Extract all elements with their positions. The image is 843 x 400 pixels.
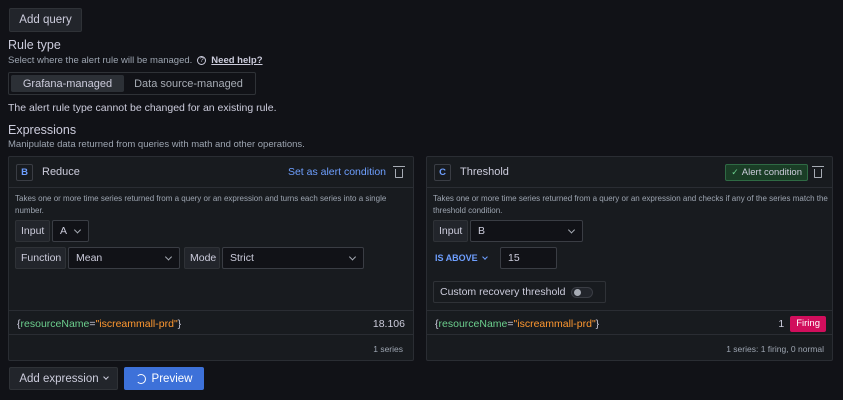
threshold-condition-value: IS ABOVE	[435, 253, 478, 263]
reduce-mode-select[interactable]: Strict	[222, 247, 364, 269]
threshold-series-summary: 1 series: 1 firing, 0 normal	[427, 334, 832, 362]
add-expression-button[interactable]: Add expression	[9, 367, 118, 390]
reduce-card-header: B Reduce Set as alert condition	[9, 157, 413, 188]
need-help-link[interactable]: Need help?	[211, 55, 262, 66]
threshold-card-title: Threshold	[460, 166, 509, 178]
reduce-mode-value: Strict	[230, 252, 254, 264]
reduce-input-value: A	[60, 225, 68, 237]
reduce-card-title: Reduce	[42, 166, 80, 178]
preview-button[interactable]: Preview	[124, 367, 204, 390]
trash-icon[interactable]	[393, 165, 405, 178]
rule-type-desc-row: Select where the alert rule will be mana…	[8, 55, 263, 66]
reduce-function-label: Function	[15, 247, 66, 269]
expression-card-threshold: C Threshold ✓ Alert condition Takes one …	[426, 156, 833, 361]
reduce-mode-label: Mode	[184, 247, 220, 269]
help-circle-icon: ?	[197, 56, 207, 65]
trash-icon[interactable]	[812, 165, 824, 178]
expression-card-reduce: B Reduce Set as alert condition Takes on…	[8, 156, 414, 361]
threshold-input-label: Input	[433, 220, 468, 242]
series-label: {resourceName="iscreammall-prd"}	[435, 317, 600, 330]
reduce-function-select[interactable]: Mean	[68, 247, 180, 269]
reduce-series-count: 1 series	[9, 334, 413, 362]
expressions-title: Expressions	[8, 123, 77, 137]
chevron-down-icon	[348, 253, 357, 261]
threshold-input-select[interactable]: B	[470, 220, 583, 242]
set-alert-condition-button[interactable]: Set as alert condition	[288, 166, 386, 178]
custom-recovery-threshold-toggle[interactable]: Custom recovery threshold	[433, 281, 606, 303]
threshold-result-value: 1	[778, 317, 785, 330]
chevron-down-icon	[481, 253, 488, 260]
rule-type-selector: Grafana-managed Data source-managed	[8, 72, 256, 95]
rule-type-desc: Select where the alert rule will be mana…	[8, 55, 193, 66]
sync-icon	[135, 373, 146, 384]
alert-condition-label: Alert condition	[741, 166, 802, 178]
reduce-input-select[interactable]: A	[52, 220, 89, 242]
reduce-result-row: {resourceName="iscreammall-prd"} 18.106	[9, 310, 413, 336]
threshold-value-input[interactable]: 15	[500, 247, 557, 269]
chevron-down-icon	[164, 253, 173, 261]
add-query-button[interactable]: Add query	[9, 8, 82, 32]
firing-badge: Firing	[790, 315, 826, 332]
custom-recovery-label: Custom recovery threshold	[440, 286, 566, 298]
rule-type-title: Rule type	[8, 38, 61, 52]
rule-type-option-datasource[interactable]: Data source-managed	[124, 75, 253, 92]
reduce-ref-id[interactable]: B	[16, 163, 33, 181]
threshold-description: Takes one or more time series returned f…	[433, 194, 828, 215]
chevron-down-icon	[102, 374, 109, 380]
threshold-input-value: B	[478, 225, 486, 237]
threshold-card-header: C Threshold ✓ Alert condition	[427, 157, 832, 188]
reduce-input-label: Input	[15, 220, 50, 242]
threshold-ref-id[interactable]: C	[434, 163, 451, 181]
series-label: {resourceName="iscreammall-prd"}	[17, 317, 182, 330]
add-expression-label: Add expression	[19, 372, 99, 385]
toggle-switch[interactable]	[571, 286, 594, 298]
threshold-result-row: {resourceName="iscreammall-prd"} 1 Firin…	[427, 310, 832, 336]
reduce-function-value: Mean	[76, 252, 103, 264]
preview-label: Preview	[151, 372, 193, 385]
expressions-desc: Manipulate data returned from queries wi…	[8, 139, 305, 150]
reduce-description: Takes one or more time series returned f…	[15, 194, 387, 215]
alert-condition-badge: ✓ Alert condition	[725, 163, 808, 181]
check-icon: ✓	[731, 166, 739, 177]
chevron-down-icon	[567, 226, 576, 234]
chevron-down-icon	[73, 226, 82, 234]
rule-type-option-grafana[interactable]: Grafana-managed	[11, 75, 124, 92]
threshold-value: 15	[508, 252, 520, 264]
rule-type-note: The alert rule type cannot be changed fo…	[8, 102, 277, 114]
reduce-result-value: 18.106	[372, 317, 405, 330]
threshold-condition-select[interactable]: IS ABOVE	[435, 249, 497, 267]
